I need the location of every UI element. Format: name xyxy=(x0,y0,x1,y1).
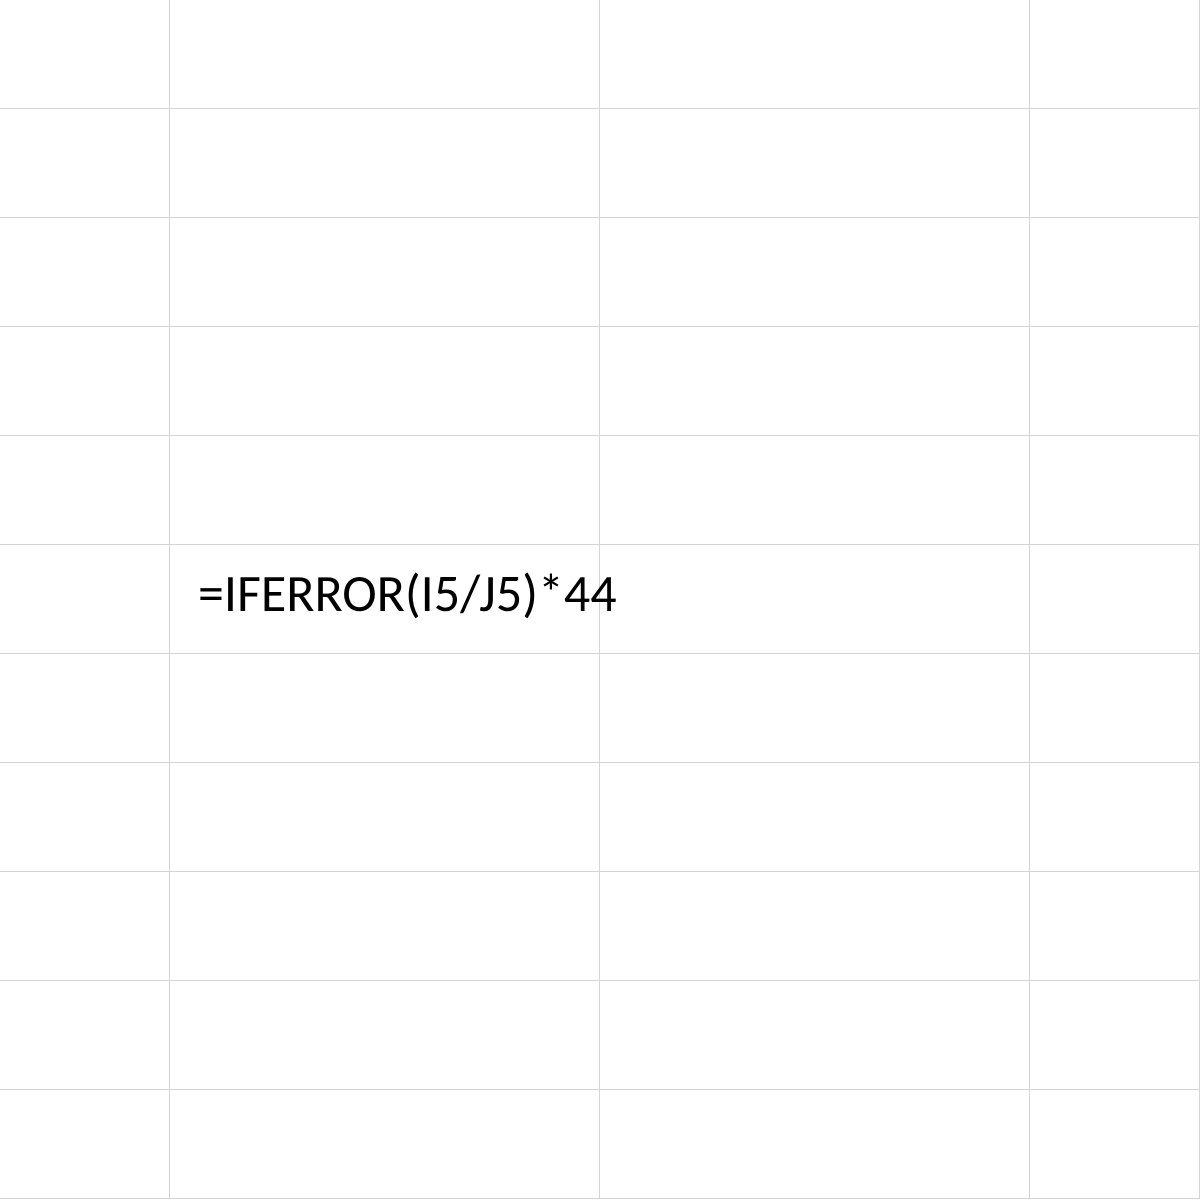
cell[interactable] xyxy=(170,109,600,218)
cell[interactable] xyxy=(0,218,170,327)
cell[interactable] xyxy=(600,981,1030,1090)
cell[interactable] xyxy=(170,218,600,327)
cell[interactable] xyxy=(1030,981,1200,1090)
cell[interactable] xyxy=(1030,0,1200,109)
cell[interactable] xyxy=(0,436,170,545)
cell[interactable] xyxy=(1030,872,1200,981)
cell[interactable] xyxy=(600,1090,1030,1199)
spreadsheet-grid: =IFERROR(I5/J5)*44 xyxy=(0,0,1200,1200)
cell[interactable] xyxy=(600,872,1030,981)
cell[interactable] xyxy=(0,0,170,109)
cell[interactable] xyxy=(1030,327,1200,436)
cell[interactable] xyxy=(0,872,170,981)
cell[interactable] xyxy=(600,763,1030,872)
cell[interactable] xyxy=(1030,436,1200,545)
cell[interactable] xyxy=(0,1090,170,1199)
cell[interactable] xyxy=(0,654,170,763)
cell[interactable] xyxy=(170,872,600,981)
cell[interactable] xyxy=(600,327,1030,436)
cell[interactable] xyxy=(600,109,1030,218)
cell[interactable] xyxy=(600,436,1030,545)
cell[interactable] xyxy=(0,763,170,872)
cell[interactable] xyxy=(170,1090,600,1199)
cell[interactable] xyxy=(1030,218,1200,327)
cell[interactable] xyxy=(170,654,600,763)
formula-cell[interactable]: =IFERROR(I5/J5)*44 xyxy=(170,545,600,654)
cell[interactable] xyxy=(1030,1090,1200,1199)
cell[interactable] xyxy=(1030,109,1200,218)
cell[interactable] xyxy=(0,327,170,436)
cell[interactable] xyxy=(0,109,170,218)
cell[interactable] xyxy=(600,654,1030,763)
cell[interactable] xyxy=(170,0,600,109)
cell[interactable] xyxy=(600,545,1030,654)
cell[interactable] xyxy=(170,327,600,436)
cell[interactable] xyxy=(170,763,600,872)
cell[interactable] xyxy=(170,981,600,1090)
cell[interactable] xyxy=(0,981,170,1090)
formula-text: =IFERROR(I5/J5)*44 xyxy=(198,561,617,625)
cell[interactable] xyxy=(170,436,600,545)
cell[interactable] xyxy=(1030,545,1200,654)
cell[interactable] xyxy=(600,218,1030,327)
cell[interactable] xyxy=(1030,654,1200,763)
cell[interactable] xyxy=(1030,763,1200,872)
cell[interactable] xyxy=(600,0,1030,109)
cell[interactable] xyxy=(0,545,170,654)
